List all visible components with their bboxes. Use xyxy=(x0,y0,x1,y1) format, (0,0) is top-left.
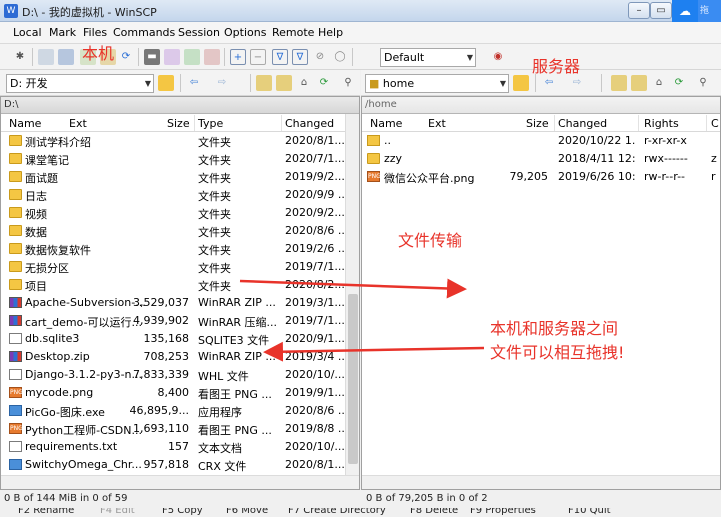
arrow-remote-to-local xyxy=(263,341,485,362)
annotation-arrows xyxy=(239,278,485,362)
arrow-local-to-remote xyxy=(239,278,467,299)
